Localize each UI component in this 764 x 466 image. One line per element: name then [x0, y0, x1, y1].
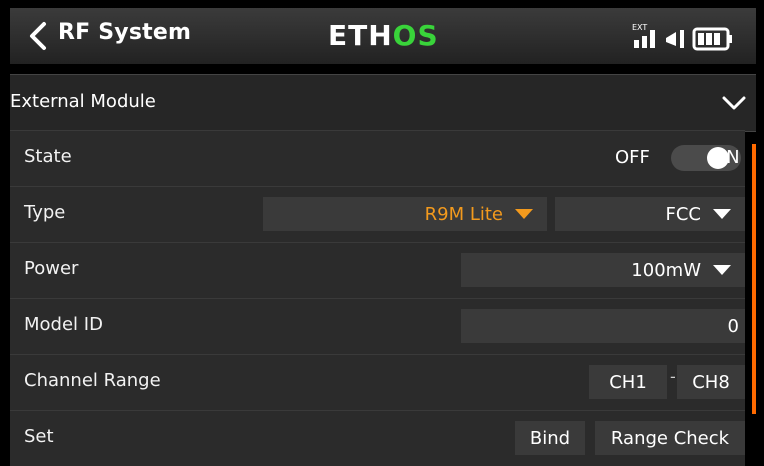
type-label: Type	[24, 202, 66, 223]
module-type-dropdown[interactable]: R9M Lite	[263, 197, 547, 231]
signal-bar-3	[650, 30, 655, 48]
model-id-input[interactable]: 0	[461, 309, 745, 343]
state-off-label: OFF	[615, 147, 650, 168]
ethos-logo: ETHOS	[328, 19, 439, 52]
chevron-down-icon[interactable]	[722, 95, 746, 111]
module-type-value: R9M Lite	[424, 203, 503, 225]
model-id-row: Model ID 0	[10, 298, 745, 354]
range-check-button[interactable]: Range Check	[595, 421, 745, 455]
bind-button-label: Bind	[529, 427, 571, 449]
dropdown-triangle-icon	[515, 209, 533, 219]
bind-button[interactable]: Bind	[515, 421, 585, 455]
state-label: State	[24, 146, 72, 167]
channel-end-value: CH8	[692, 371, 730, 393]
screen: RF System ETHOS EXT External Module Stat…	[0, 0, 764, 466]
region-value: FCC	[665, 203, 702, 225]
logo-part-right: OS	[392, 19, 439, 52]
volume-bar	[680, 30, 684, 48]
signal-bar-1	[634, 40, 639, 48]
channel-range-row: Channel Range CH1 - CH8	[10, 354, 745, 410]
model-id-value: 0	[727, 315, 739, 337]
section-title: External Module	[10, 91, 156, 112]
channel-end-button[interactable]: CH8	[677, 365, 745, 399]
channel-range-label: Channel Range	[24, 370, 161, 391]
scrollbar[interactable]	[752, 144, 756, 414]
content: External Module State OFF ON Type R9M Li…	[10, 74, 756, 466]
power-label: Power	[24, 258, 79, 279]
signal-bar-2	[642, 36, 647, 48]
model-id-label: Model ID	[24, 314, 103, 335]
dropdown-triangle-icon	[713, 265, 731, 275]
type-row: Type R9M Lite FCC	[10, 186, 745, 242]
set-label: Set	[24, 426, 54, 447]
top-bar: RF System ETHOS EXT	[10, 8, 756, 64]
status-icons: EXT	[632, 23, 732, 51]
power-value: 100mW	[631, 259, 701, 281]
ext-label: EXT	[632, 23, 647, 32]
range-check-button-label: Range Check	[610, 427, 730, 449]
set-row: Set Bind Range Check	[10, 410, 745, 466]
channel-start-button[interactable]: CH1	[589, 365, 667, 399]
logo-part-left: ETH	[328, 19, 393, 52]
speaker-icon	[666, 32, 676, 46]
state-on-label: ON	[712, 147, 740, 168]
power-row: Power 100mW	[10, 242, 745, 298]
state-row: State OFF ON	[10, 130, 745, 186]
power-dropdown[interactable]: 100mW	[461, 253, 745, 287]
section-header[interactable]: External Module	[10, 74, 756, 132]
back-arrow-icon[interactable]	[24, 18, 54, 54]
page-title: RF System	[58, 20, 192, 45]
region-dropdown[interactable]: FCC	[555, 197, 745, 231]
channel-start-value: CH1	[609, 371, 647, 393]
dropdown-triangle-icon	[713, 209, 731, 219]
channel-range-separator: -	[670, 367, 676, 386]
state-toggle[interactable]	[661, 143, 761, 173]
